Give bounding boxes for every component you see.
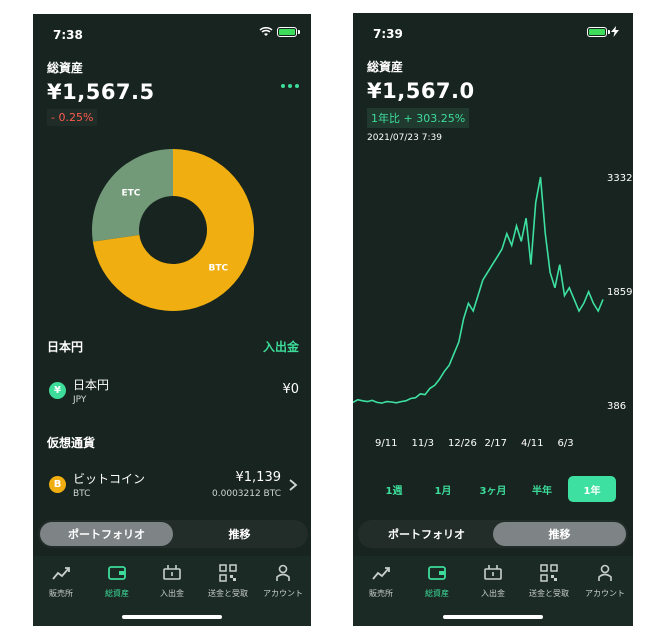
more-icon[interactable] <box>281 84 299 88</box>
asset-amount: ¥0 <box>282 382 299 397</box>
x-tick-label: 12/26 <box>448 438 477 449</box>
y-tick-label: 386 <box>607 401 626 412</box>
total-assets-label: 総資産 <box>47 61 84 75</box>
trend-screen: 7:39 総資産 ¥1,567.0 1年比 + 303.25% 2021/07/… <box>353 13 633 626</box>
asset-quantity: 0.0003212 BTC <box>212 489 281 499</box>
period-selector: 1週 1月 3ヶ月 半年 1年 <box>353 476 633 502</box>
tab-label: 販売所 <box>369 589 393 598</box>
charging-icon <box>611 26 619 37</box>
status-time: 7:38 <box>53 28 83 42</box>
chart-up-icon <box>372 567 390 580</box>
total-assets-value: ¥1,567.5 <box>47 80 155 104</box>
status-icons <box>587 26 619 37</box>
chart-up-icon <box>52 567 70 580</box>
jpy-asset-row[interactable]: ¥ 日本円 JPY ¥0 <box>47 376 299 410</box>
asset-name: 日本円 <box>73 378 110 392</box>
change-badge: 1年比 + 303.25% <box>367 108 470 128</box>
series-line <box>353 176 604 404</box>
allocation-donut-chart: BTC ETC <box>92 149 255 311</box>
bottom-tab-bar: 販売所 総資産 入出金 送金と受取 アカウント <box>33 556 311 626</box>
x-tick-label: 9/11 <box>375 438 397 449</box>
tab-account[interactable]: アカウント <box>577 564 633 599</box>
x-tick-label: 6/3 <box>558 438 574 449</box>
asset-code: JPY <box>73 395 87 405</box>
yen-icon: ¥ <box>49 382 66 399</box>
donut-label-etc: ETC <box>122 188 141 198</box>
tab-label: 販売所 <box>49 589 73 598</box>
transfer-icon <box>484 565 502 580</box>
tab-label: 入出金 <box>160 589 184 598</box>
x-tick-label: 2/17 <box>485 438 507 449</box>
bottom-tab-bar: 販売所 総資産 入出金 送金と受取 アカウント <box>353 556 633 626</box>
tab-exchange[interactable]: 販売所 <box>33 564 89 599</box>
battery-icon <box>587 26 610 37</box>
change-badge: - 0.25% <box>47 109 98 126</box>
trend-tab[interactable]: 推移 <box>173 522 306 546</box>
tab-deposit[interactable]: 入出金 <box>465 564 521 599</box>
tab-assets[interactable]: 総資産 <box>409 564 465 599</box>
crypto-section-title: 仮想通貨 <box>47 436 96 450</box>
portfolio-tab[interactable]: ポートフォリオ <box>40 522 173 546</box>
chevron-right-icon <box>289 479 298 491</box>
tab-exchange[interactable]: 販売所 <box>353 564 409 599</box>
person-icon <box>276 564 290 581</box>
asset-trend-chart: 3332 1859 386 9/11 11/3 12/26 2/17 4/11 6/3 <box>353 173 632 449</box>
total-assets-value: ¥1,567.0 <box>367 79 475 103</box>
home-indicator <box>122 615 222 619</box>
wallet-icon <box>108 566 126 580</box>
qr-icon <box>219 564 237 582</box>
home-indicator <box>443 615 543 619</box>
status-time: 7:39 <box>373 27 403 41</box>
wifi-icon <box>259 27 273 36</box>
x-tick-label: 11/3 <box>412 438 434 449</box>
tab-account[interactable]: アカウント <box>255 564 311 599</box>
tab-deposit[interactable]: 入出金 <box>144 564 200 599</box>
total-assets-label: 総資産 <box>367 60 404 74</box>
tab-send-receive[interactable]: 送金と受取 <box>521 564 577 599</box>
tab-label: 総資産 <box>425 589 449 598</box>
trend-tab[interactable]: 推移 <box>493 522 626 546</box>
period-button[interactable]: 半年 <box>518 476 566 502</box>
battery-icon <box>277 27 300 37</box>
x-tick-label: 4/11 <box>521 438 543 449</box>
asset-code: BTC <box>73 489 91 499</box>
period-button[interactable]: 1年 <box>568 476 616 502</box>
y-tick-label: 1859 <box>607 287 632 298</box>
qr-icon <box>540 564 558 582</box>
timestamp: 2021/07/23 7:39 <box>367 133 442 143</box>
btc-asset-row[interactable]: B ビットコイン BTC ¥1,139 0.0003212 BTC <box>47 470 299 504</box>
status-icons <box>259 27 300 37</box>
wallet-icon <box>428 566 446 580</box>
view-segment-control: ポートフォリオ 推移 <box>358 520 628 548</box>
deposit-withdraw-link[interactable]: 入出金 <box>263 338 299 355</box>
tab-assets[interactable]: 総資産 <box>89 564 145 599</box>
tab-label: 入出金 <box>481 589 505 598</box>
view-segment-control: ポートフォリオ 推移 <box>38 520 308 548</box>
period-button[interactable]: 3ヶ月 <box>469 476 517 502</box>
tab-send-receive[interactable]: 送金と受取 <box>200 564 256 599</box>
jpy-section-title: 日本円 <box>47 340 84 354</box>
person-icon <box>598 564 612 581</box>
bitcoin-icon: B <box>49 476 66 493</box>
tab-label: アカウント <box>585 589 625 598</box>
tab-label: アカウント <box>263 589 303 598</box>
tab-label: 総資産 <box>105 589 129 598</box>
y-tick-label: 3332 <box>607 173 632 184</box>
donut-label-btc: BTC <box>208 264 228 274</box>
portfolio-screen: 7:38 総資産 ¥1,567.5 - 0.25% BTC ETC 日本円 入出… <box>33 14 311 626</box>
asset-name: ビットコイン <box>73 472 146 486</box>
period-button[interactable]: 1月 <box>419 476 467 502</box>
period-button[interactable]: 1週 <box>370 476 418 502</box>
tab-label: 送金と受取 <box>208 589 248 598</box>
tab-label: 送金と受取 <box>529 589 569 598</box>
transfer-icon <box>163 565 181 580</box>
asset-amount: ¥1,139 <box>235 470 282 485</box>
portfolio-tab[interactable]: ポートフォリオ <box>360 522 493 546</box>
